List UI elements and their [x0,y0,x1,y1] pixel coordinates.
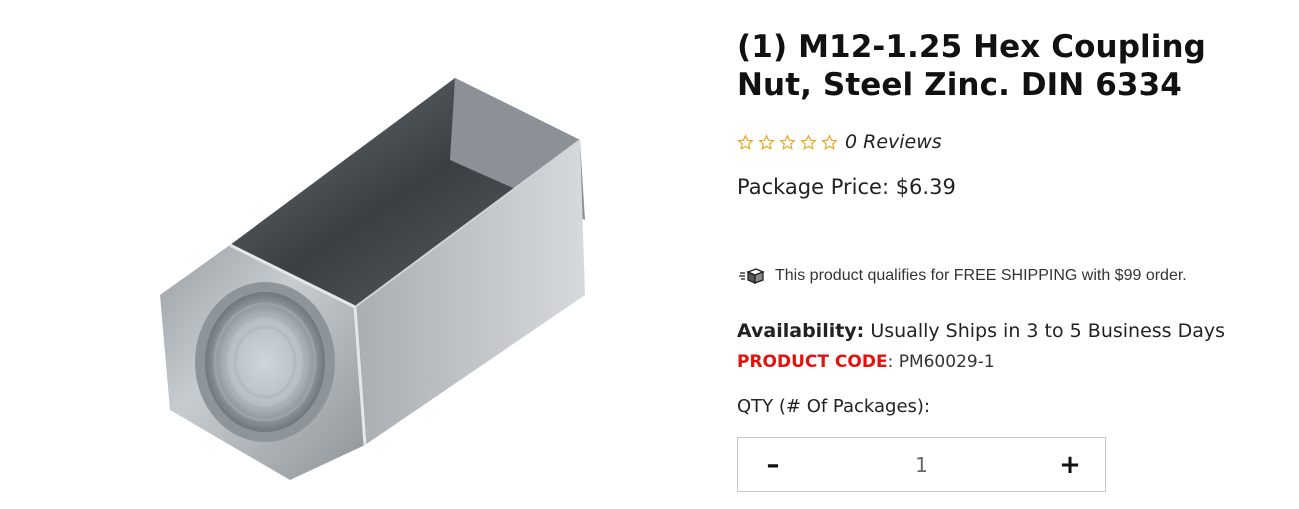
star-icon[interactable] [779,133,796,151]
star-icon[interactable] [737,133,754,151]
quantity-stepper[interactable]: – 1 + [737,437,1106,492]
star-icon[interactable] [821,133,838,151]
availability-value: Usually Ships in 3 to 5 Business Days [864,320,1226,342]
increment-button[interactable]: + [1035,438,1105,491]
availability-label: Availability: [737,320,865,342]
product-code-label: PRODUCT CODE [737,352,888,372]
truck-icon [739,267,769,285]
product-image-panel [0,0,700,509]
rating-row[interactable]: 0 Reviews [737,129,942,155]
star-icon[interactable] [800,133,817,151]
product-info: (1) M12-1.25 Hex Coupling Nut, Steel Zin… [737,28,1277,492]
star-icon[interactable] [758,133,775,151]
reviews-link[interactable]: 0 Reviews [845,129,942,155]
decrement-button[interactable]: – [738,438,808,491]
free-shipping-text: This product qualifies for FREE SHIPPING… [775,267,1187,284]
quantity-input[interactable]: 1 [808,453,1035,477]
product-code-value: PM60029-1 [893,352,995,372]
product-code: PRODUCT CODE: PM60029-1 [737,352,995,372]
availability: Availability: Usually Ships in 3 to 5 Bu… [737,320,1225,342]
quantity-label: QTY (# Of Packages): [737,396,931,417]
product-title: (1) M12-1.25 Hex Coupling Nut, Steel Zin… [737,29,1206,103]
product-image [160,78,585,480]
package-price: Package Price: $6.39 [737,175,956,199]
free-shipping-notice: This product qualifies for FREE SHIPPING… [739,267,1187,285]
